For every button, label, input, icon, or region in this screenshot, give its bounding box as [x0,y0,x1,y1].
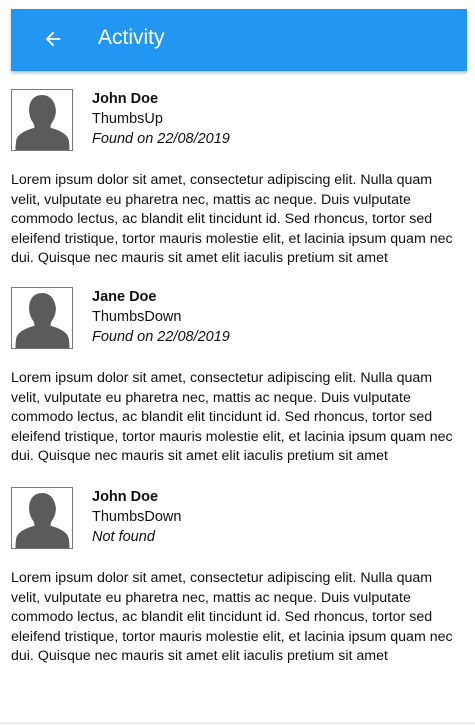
reaction-label: ThumbsDown [92,309,182,325]
reaction-label: ThumbsUp [92,111,163,127]
activity-item: John Doe ThumbsDown Not found Lorem ipsu… [11,487,463,667]
user-name: John Doe [92,91,159,107]
activity-meta: John Doe ThumbsDown Not found [92,487,181,547]
user-silhouette-icon [15,493,70,548]
activity-header: John Doe ThumbsUp Found on 22/08/2019 [11,89,463,153]
found-status: Not found [92,529,155,545]
user-silhouette-icon [15,293,70,348]
activity-body: Lorem ipsum dolor sit amet, consectetur … [11,570,453,664]
activity-body: Lorem ipsum dolor sit amet, consectetur … [11,370,453,464]
activity-item: Jane Doe ThumbsDown Found on 22/08/2019 … [11,287,463,487]
activity-body: Lorem ipsum dolor sit amet, consectetur … [11,172,453,266]
page-title: Activity [98,26,165,49]
activity-header: John Doe ThumbsDown Not found [11,487,463,551]
avatar [11,89,73,151]
user-silhouette-icon [15,95,70,150]
user-name: Jane Doe [92,289,157,305]
avatar [11,287,73,349]
activity-meta: Jane Doe ThumbsDown Found on 22/08/2019 [92,287,230,347]
activity-feed: John Doe ThumbsUp Found on 22/08/2019 Lo… [11,89,463,667]
back-button[interactable] [39,25,67,53]
avatar [11,487,73,549]
user-name: John Doe [92,489,159,505]
activity-meta: John Doe ThumbsUp Found on 22/08/2019 [92,89,230,149]
found-status: Found on 22/08/2019 [92,329,230,345]
found-status: Found on 22/08/2019 [92,131,230,147]
arrow-left-icon [45,31,61,47]
app-bar: Activity [11,9,467,71]
activity-item: John Doe ThumbsUp Found on 22/08/2019 Lo… [11,89,463,287]
activity-header: Jane Doe ThumbsDown Found on 22/08/2019 [11,287,463,351]
reaction-label: ThumbsDown [92,509,182,525]
